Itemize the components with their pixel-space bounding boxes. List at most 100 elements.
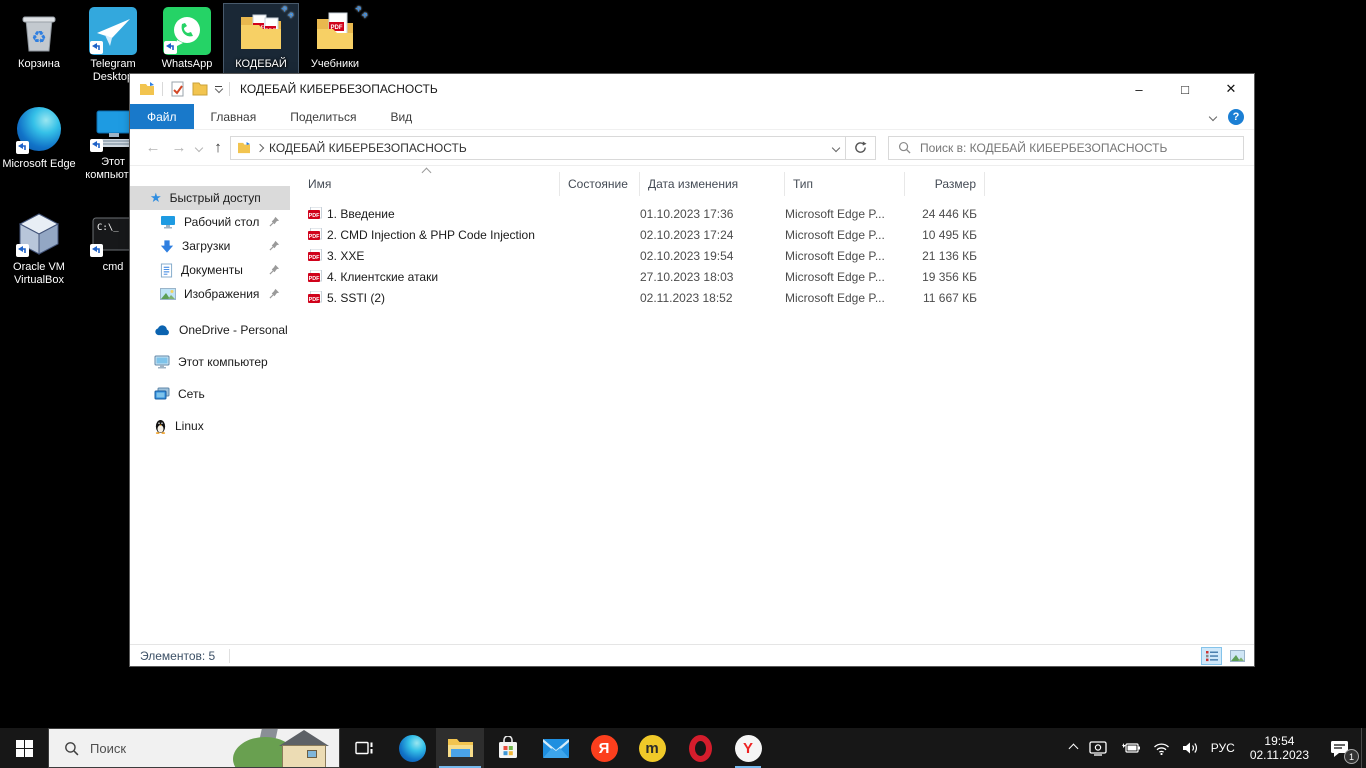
file-name: 5. SSTI (2) — [327, 291, 385, 305]
column-header-size[interactable]: Размер — [905, 172, 985, 196]
desktop-icon-kodebay[interactable]: PDFPDF »» КОДЕБАЙ — [224, 4, 298, 74]
notification-center-button[interactable]: 1 — [1318, 728, 1361, 768]
sidebar-item-quick-access[interactable]: ★ Быстрый доступ — [130, 186, 290, 210]
search-highlight-image[interactable] — [241, 729, 339, 768]
task-view-button[interactable] — [340, 728, 388, 768]
recent-locations-icon[interactable] — [195, 143, 203, 151]
navigation-pane: ★ Быстрый доступ Рабочий стол Загрузки Д… — [130, 166, 290, 644]
language-indicator[interactable]: РУС — [1205, 728, 1241, 768]
sidebar-item-onedrive[interactable]: OneDrive - Personal — [130, 314, 290, 346]
shortcut-arrow-icon — [90, 41, 103, 54]
virtualbox-icon — [15, 210, 63, 258]
shortcut-arrow-icon — [16, 244, 29, 257]
volume-icon[interactable] — [1176, 728, 1205, 768]
minimize-button[interactable]: – — [1116, 74, 1162, 104]
help-icon[interactable]: ? — [1228, 109, 1244, 125]
desktop-icon-whatsapp[interactable]: WhatsApp — [150, 4, 224, 74]
microsoft-store-icon — [496, 736, 520, 760]
details-view-icon — [1205, 650, 1219, 662]
sidebar-item-pictures[interactable]: Изображения — [130, 282, 290, 306]
taskbar-mail-button[interactable] — [532, 728, 580, 768]
start-button[interactable] — [0, 728, 48, 768]
details-view-button[interactable] — [1201, 647, 1222, 665]
sidebar-item-linux[interactable]: Linux — [130, 410, 290, 442]
edge-icon — [399, 735, 426, 762]
file-size: 21 136 КБ — [905, 249, 985, 263]
file-row[interactable]: PDF 4. Клиентские атаки 27.10.2023 18:03… — [290, 266, 1254, 287]
sidebar-item-desktop[interactable]: Рабочий стол — [130, 210, 290, 234]
refresh-button[interactable] — [846, 136, 876, 160]
back-button[interactable]: ← — [140, 139, 166, 156]
system-tray: РУС 19:54 02.11.2023 1 — [1064, 728, 1366, 768]
taskbar-yandex-button[interactable]: Я — [580, 728, 628, 768]
pictures-icon — [160, 288, 176, 300]
file-size: 19 356 КБ — [905, 270, 985, 284]
tab-home[interactable]: Главная — [194, 104, 274, 129]
properties-button[interactable] — [170, 81, 185, 97]
desktop-icon-recycle-bin[interactable]: ♻ Корзина — [2, 4, 76, 74]
search-placeholder: Поиск в: КОДЕБАЙ КИБЕРБЕЗОПАСНОСТЬ — [920, 141, 1167, 155]
up-button[interactable]: ↑ — [206, 139, 230, 156]
divider — [229, 82, 230, 96]
taskbar-amigo-button[interactable]: m — [628, 728, 676, 768]
address-bar[interactable]: КОДЕБАЙ КИБЕРБЕЗОПАСНОСТЬ — [230, 136, 846, 160]
yandex-icon: Я — [591, 735, 618, 762]
file-row[interactable]: PDF 5. SSTI (2) 02.11.2023 18:52 Microso… — [290, 287, 1254, 308]
customize-qat-button[interactable] — [215, 86, 222, 92]
refresh-icon — [854, 141, 867, 154]
cast-display-icon[interactable] — [1083, 728, 1113, 768]
desktop-icon-virtualbox[interactable]: Oracle VM VirtualBox — [2, 207, 76, 290]
search-input[interactable]: Поиск в: КОДЕБАЙ КИБЕРБЕЗОПАСНОСТЬ — [888, 136, 1244, 160]
taskbar-opera-button[interactable] — [676, 728, 724, 768]
address-folder-icon — [237, 142, 251, 154]
edge-icon — [15, 107, 63, 155]
taskbar-yandex-browser-button[interactable]: Y — [724, 728, 772, 768]
expand-ribbon-icon[interactable] — [1209, 113, 1217, 121]
tab-view[interactable]: Вид — [373, 104, 429, 129]
new-folder-button[interactable] — [192, 82, 208, 96]
maximize-button[interactable]: □ — [1162, 74, 1208, 104]
file-row[interactable]: PDF 1. Введение 01.10.2023 17:36 Microso… — [290, 203, 1254, 224]
column-header-type[interactable]: Тип — [785, 172, 905, 196]
taskbar-clock[interactable]: 19:54 02.11.2023 — [1241, 728, 1318, 768]
pdf-file-icon: PDF — [308, 291, 322, 305]
close-button[interactable]: ✕ — [1208, 74, 1254, 104]
file-row[interactable]: PDF 3. XXE 02.10.2023 19:54 Microsoft Ed… — [290, 245, 1254, 266]
battery-icon[interactable] — [1113, 728, 1147, 768]
sidebar-item-documents[interactable]: Документы — [130, 258, 290, 282]
sidebar-item-network[interactable]: Сеть — [130, 378, 290, 410]
show-desktop-button[interactable] — [1361, 728, 1366, 768]
sidebar-item-this-pc[interactable]: Этот компьютер — [130, 346, 290, 378]
desktop-icon — [160, 215, 176, 229]
thumbnails-view-button[interactable] — [1227, 647, 1248, 665]
column-headers: Имя Состояние Дата изменения Тип Размер — [290, 172, 1254, 196]
taskbar-store-button[interactable] — [484, 728, 532, 768]
file-row[interactable]: PDF 2. CMD Injection & PHP Code Injectio… — [290, 224, 1254, 245]
file-size: 10 495 КБ — [905, 228, 985, 242]
wifi-icon[interactable] — [1147, 728, 1176, 768]
column-header-status[interactable]: Состояние — [560, 172, 640, 196]
pin-icon — [269, 240, 280, 251]
recycle-bin-icon: ♻ — [15, 7, 63, 55]
taskbar-search-input[interactable]: Поиск — [48, 728, 340, 768]
svg-text:♻: ♻ — [31, 28, 46, 47]
desktop-icon-label: WhatsApp — [150, 58, 224, 71]
tab-share[interactable]: Поделиться — [273, 104, 373, 129]
desktop-icon-label: Microsoft Edge — [2, 158, 76, 171]
tab-file[interactable]: Файл — [130, 104, 194, 129]
column-header-modified[interactable]: Дата изменения — [640, 172, 785, 196]
address-dropdown-icon[interactable] — [832, 143, 840, 151]
forward-button[interactable]: → — [166, 139, 192, 156]
desktop-icon-microsoft-edge[interactable]: Microsoft Edge — [2, 102, 76, 174]
onedrive-cloud-icon — [154, 325, 171, 336]
search-icon — [898, 141, 911, 154]
title-bar: КОДЕБАЙ КИБЕРБЕЗОПАСНОСТЬ – □ ✕ — [130, 74, 1254, 104]
taskbar-edge-button[interactable] — [388, 728, 436, 768]
desktop-icon-uchebniki[interactable]: PDF »» Учебники — [298, 4, 372, 74]
taskbar-explorer-button[interactable] — [436, 728, 484, 768]
sidebar-item-downloads[interactable]: Загрузки — [130, 234, 290, 258]
file-type: Microsoft Edge P... — [785, 228, 905, 242]
svg-text:PDF: PDF — [309, 255, 320, 261]
taskbar-search-placeholder: Поиск — [90, 741, 126, 756]
tray-expand-button[interactable] — [1064, 728, 1083, 768]
